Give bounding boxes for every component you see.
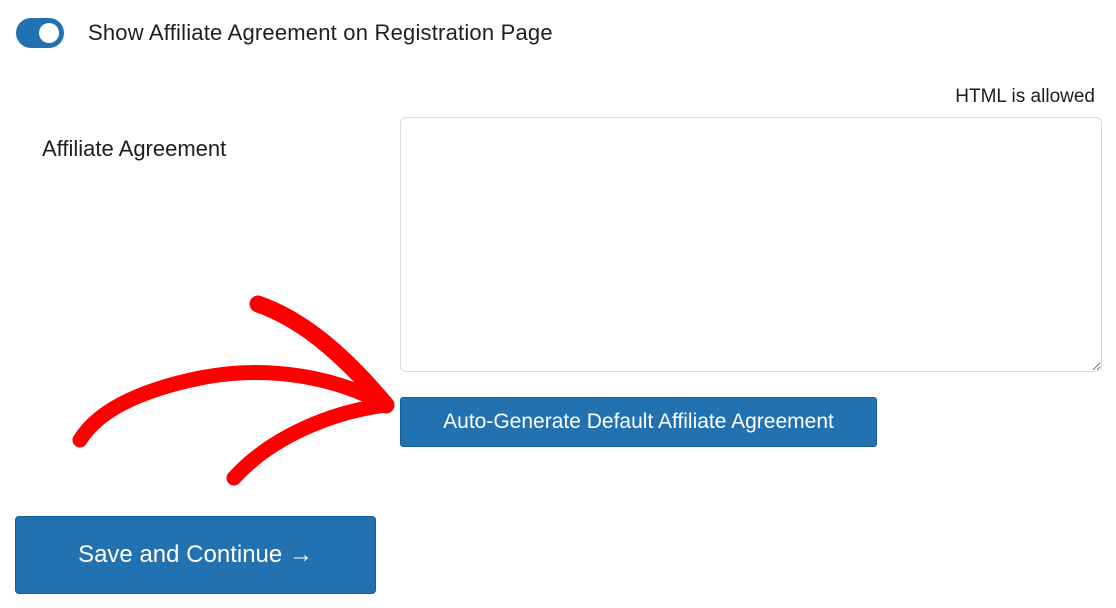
arrow-head-lower xyxy=(226,397,394,486)
show-agreement-toggle[interactable] xyxy=(16,18,64,48)
arrow-head-upper xyxy=(249,295,395,414)
show-agreement-toggle-label: Show Affiliate Agreement on Registration… xyxy=(88,20,553,45)
auto-generate-agreement-button[interactable]: Auto-Generate Default Affiliate Agreemen… xyxy=(400,397,877,447)
affiliate-agreement-field-wrapper xyxy=(400,117,1102,372)
affiliate-agreement-textarea[interactable] xyxy=(400,117,1102,372)
save-and-continue-button[interactable]: Save and Continue → xyxy=(15,516,376,594)
toggle-knob xyxy=(39,23,59,43)
affiliate-agreement-label: Affiliate Agreement xyxy=(42,136,227,161)
arrow-shaft xyxy=(72,365,394,448)
html-allowed-hint: HTML is allowed xyxy=(955,86,1095,107)
show-agreement-toggle-row: Show Affiliate Agreement on Registration… xyxy=(16,14,553,52)
